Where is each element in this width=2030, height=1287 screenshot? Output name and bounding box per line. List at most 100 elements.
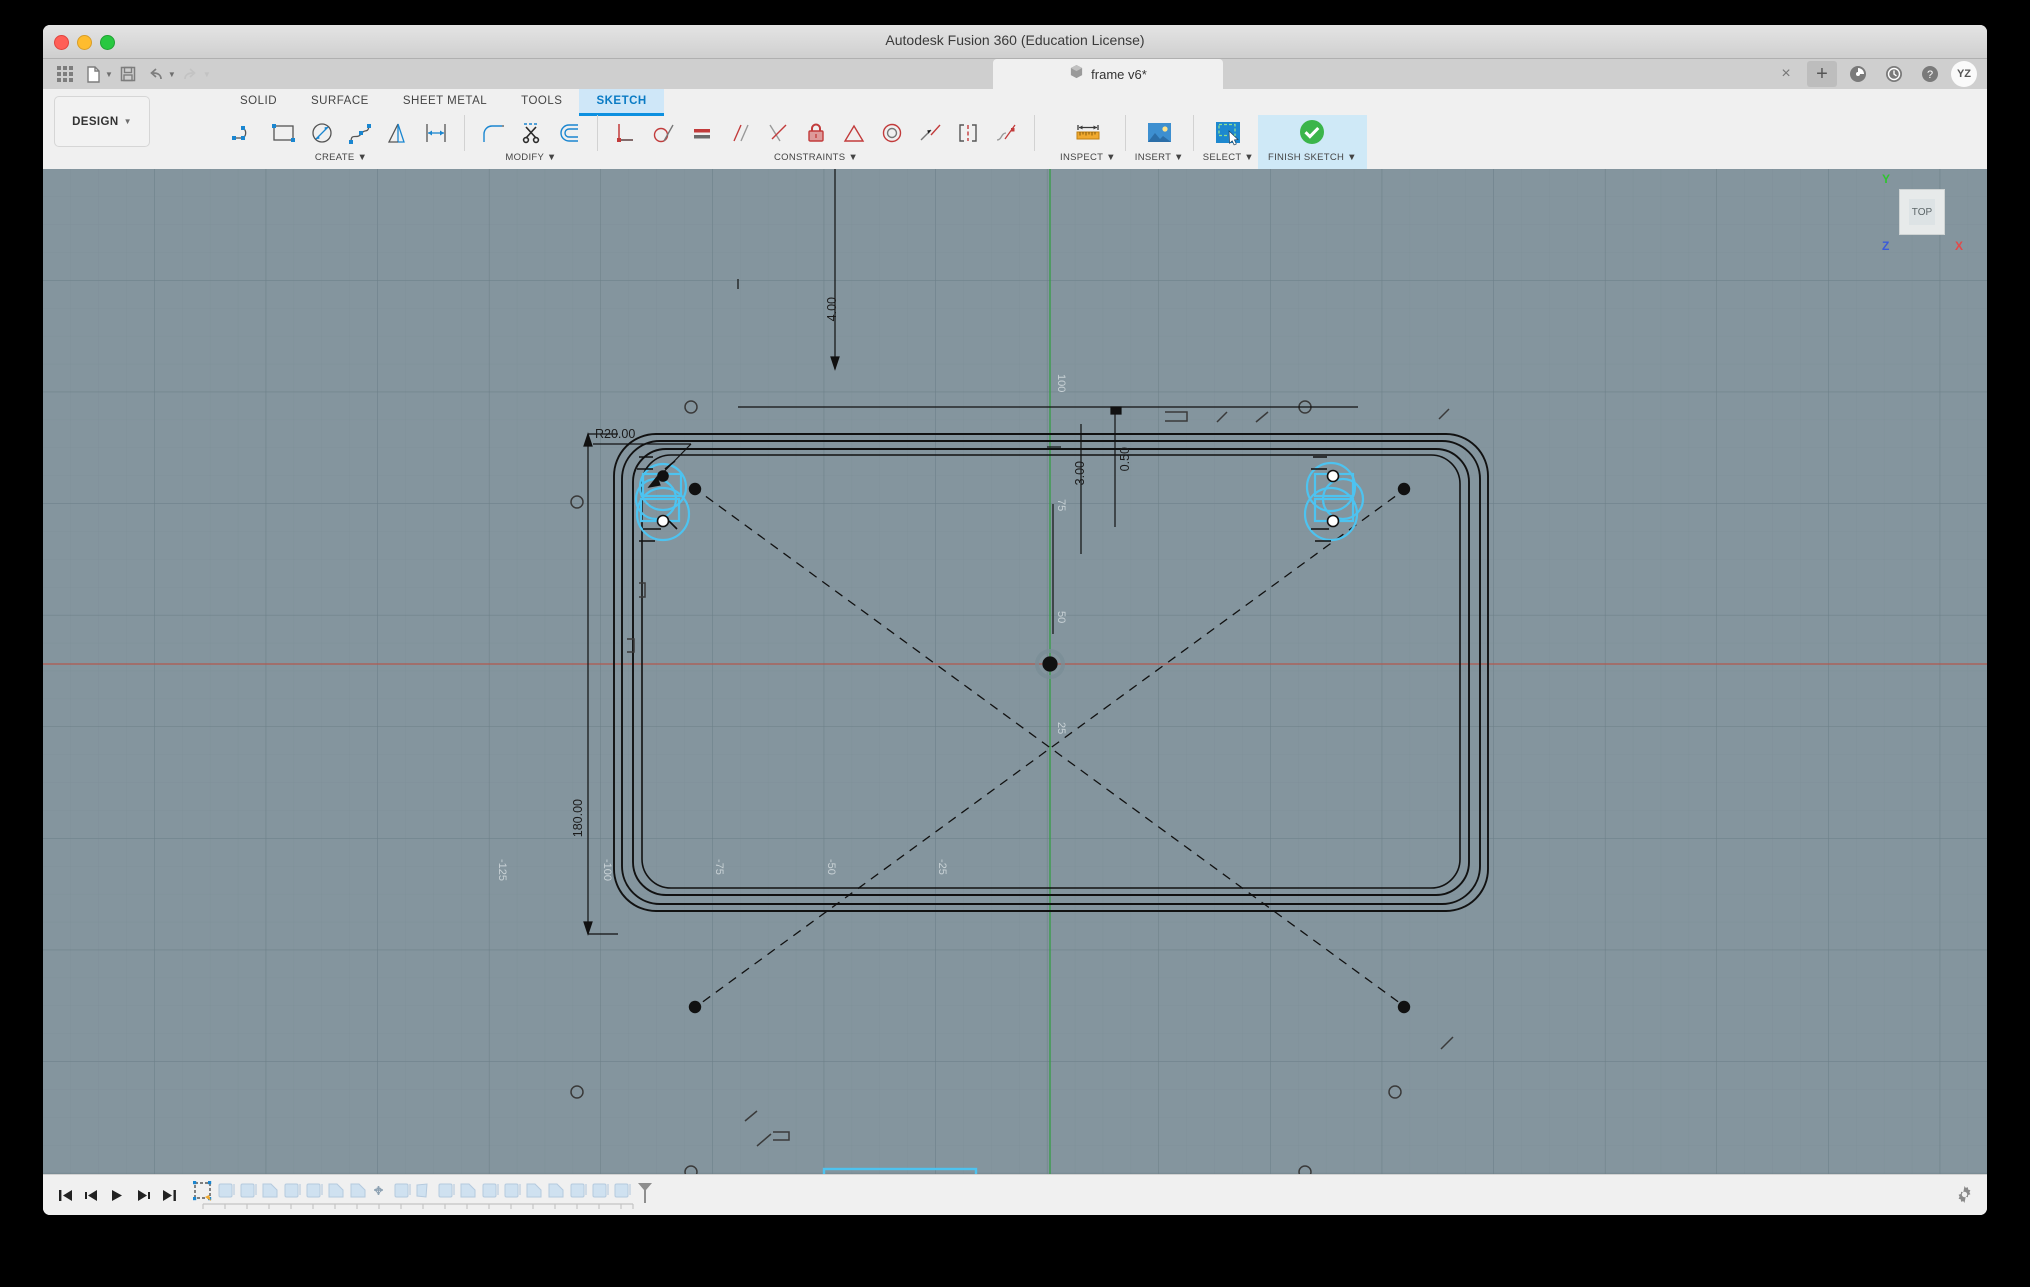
dimension-height-180[interactable]: 180.00 xyxy=(571,799,585,837)
grid-label: -75 xyxy=(713,859,725,875)
offset-icon[interactable] xyxy=(550,115,588,151)
panel-divider xyxy=(1034,115,1035,151)
panel-divider xyxy=(1124,115,1126,151)
fusion-360-window: Autodesk Fusion 360 (Education License) … xyxy=(43,25,1987,1215)
redo-icon[interactable] xyxy=(178,62,204,86)
fillet-icon[interactable] xyxy=(474,115,512,151)
panel-constraints-label: CONSTRAINTS ▼ xyxy=(773,152,859,163)
chevron-down-icon: ▼ xyxy=(123,117,132,126)
design-workspace-button[interactable]: DESIGN ▼ xyxy=(54,96,150,147)
gear-icon[interactable] xyxy=(1956,1186,1973,1208)
tab-solid[interactable]: SOLID xyxy=(223,89,294,113)
grid-label: -50 xyxy=(825,859,837,875)
line-icon[interactable] xyxy=(227,115,265,151)
panel-insert: INSERT ▼ xyxy=(1131,115,1188,163)
step-back-button[interactable] xyxy=(83,1187,99,1203)
panel-select-label: SELECT ▼ xyxy=(1202,152,1254,163)
tab-controls: × + ? YZ xyxy=(1771,59,1977,89)
image-icon[interactable] xyxy=(1140,115,1178,151)
tangent-icon[interactable] xyxy=(645,115,683,151)
design-label: DESIGN xyxy=(72,115,119,128)
dimension-0-5[interactable]: 0.50 xyxy=(1118,447,1132,471)
spline-icon[interactable] xyxy=(341,115,379,151)
axis-label-z: Z xyxy=(1882,239,1890,253)
redo-caret-icon[interactable]: ▼ xyxy=(203,70,211,79)
job-status-icon[interactable] xyxy=(1879,61,1909,87)
workspace-tabs: SOLID SURFACE SHEET METAL TOOLS SKETCH xyxy=(223,89,664,116)
app-grid-icon[interactable] xyxy=(52,62,78,86)
concentric-icon[interactable] xyxy=(873,115,911,151)
parallel-icon[interactable] xyxy=(721,115,759,151)
panel-inspect-label: INSPECT ▼ xyxy=(1060,152,1116,163)
dimension-3[interactable]: 3.00 xyxy=(1073,461,1087,485)
tab-tools[interactable]: TOOLS xyxy=(504,89,579,113)
new-tab-button[interactable]: + xyxy=(1807,61,1837,87)
undo-caret-icon[interactable]: ▼ xyxy=(168,70,176,79)
axis-label-y: Y xyxy=(1882,172,1891,186)
equal-icon[interactable] xyxy=(683,115,721,151)
grid-label: -100 xyxy=(601,859,613,882)
sketch-canvas[interactable]: -125 -100 -75 -50 -25 100 75 50 25 R20.0… xyxy=(43,169,1987,1175)
file-caret-icon[interactable]: ▼ xyxy=(105,70,113,79)
panel-modify-label: MODIFY ▼ xyxy=(505,152,557,163)
dimension-4[interactable]: 4.00 xyxy=(825,297,839,321)
view-cube-label: TOP xyxy=(1911,206,1933,218)
file-icon[interactable] xyxy=(80,62,106,86)
panel-divider xyxy=(597,115,598,151)
panel-finish-sketch[interactable]: FINISH SKETCH ▼ xyxy=(1257,115,1367,169)
timeline-features[interactable] xyxy=(191,1178,661,1212)
panel-create: CREATE ▼ xyxy=(223,115,459,163)
step-forward-button[interactable] xyxy=(135,1187,151,1203)
tab-sheet-metal[interactable]: SHEET METAL xyxy=(386,89,504,113)
grid-label: 25 xyxy=(1055,722,1067,735)
mirror-icon[interactable] xyxy=(379,115,417,151)
ribbon: DESIGN ▼ SOLID SURFACE SHEET METAL TOOLS… xyxy=(43,89,1987,170)
close-tab-icon[interactable]: × xyxy=(1771,61,1801,87)
quick-access-left-group: ▼ ▼ ▼ xyxy=(43,59,262,89)
symmetry-icon[interactable] xyxy=(835,115,873,151)
help-icon[interactable]: ? xyxy=(1915,61,1945,87)
go-to-end-button[interactable] xyxy=(161,1187,177,1203)
cube-icon xyxy=(1069,64,1084,84)
document-tab-strip: frame v6* × + ? YZ xyxy=(253,59,1987,89)
ruler-icon[interactable] xyxy=(1069,115,1107,151)
panel-modify: MODIFY ▼ xyxy=(470,115,592,163)
green-check-icon[interactable] xyxy=(1293,115,1331,151)
lock-icon[interactable] xyxy=(797,115,835,151)
midpoint-icon[interactable] xyxy=(949,115,987,151)
dimension-radius[interactable]: R20.00 xyxy=(595,427,635,441)
undo-icon[interactable] xyxy=(143,62,169,86)
perpendicular-icon[interactable] xyxy=(759,115,797,151)
view-cube[interactable]: TOP Y Z X xyxy=(1882,172,1963,253)
fix-icon[interactable] xyxy=(607,115,645,151)
panel-finish-sketch-label: FINISH SKETCH ▼ xyxy=(1267,152,1357,163)
rectangle-icon[interactable] xyxy=(265,115,303,151)
curvature-icon[interactable] xyxy=(987,115,1025,151)
canvas-graphics xyxy=(43,169,1987,1175)
document-tab[interactable]: frame v6* xyxy=(993,59,1223,89)
go-to-beginning-button[interactable] xyxy=(57,1187,73,1203)
window-title: Autodesk Fusion 360 (Education License) xyxy=(885,32,1145,48)
extensions-icon[interactable] xyxy=(1843,61,1873,87)
circle-icon[interactable] xyxy=(303,115,341,151)
avatar[interactable]: YZ xyxy=(1951,61,1977,87)
grid-label: 100 xyxy=(1055,374,1067,393)
window-titlebar: Autodesk Fusion 360 (Education License) xyxy=(43,25,1987,59)
grid-label: -25 xyxy=(936,859,948,875)
coincident-icon[interactable] xyxy=(911,115,949,151)
grid-label: 75 xyxy=(1055,499,1067,512)
axis-label-x: X xyxy=(1954,239,1963,253)
save-icon[interactable] xyxy=(115,62,141,86)
tab-sketch[interactable]: SKETCH xyxy=(579,89,664,116)
select-cursor-icon[interactable] xyxy=(1209,115,1247,151)
panel-divider xyxy=(1192,115,1194,151)
timeline-track[interactable] xyxy=(191,1178,661,1212)
document-tab-label: frame v6* xyxy=(1091,66,1147,82)
dimension-icon[interactable] xyxy=(417,115,455,151)
view-cube-face[interactable]: TOP xyxy=(1899,189,1945,235)
play-button[interactable] xyxy=(109,1187,125,1203)
scissors-icon[interactable] xyxy=(512,115,550,151)
panel-divider xyxy=(464,115,465,151)
tab-surface[interactable]: SURFACE xyxy=(294,89,386,113)
timeline-playback-controls xyxy=(43,1187,177,1203)
